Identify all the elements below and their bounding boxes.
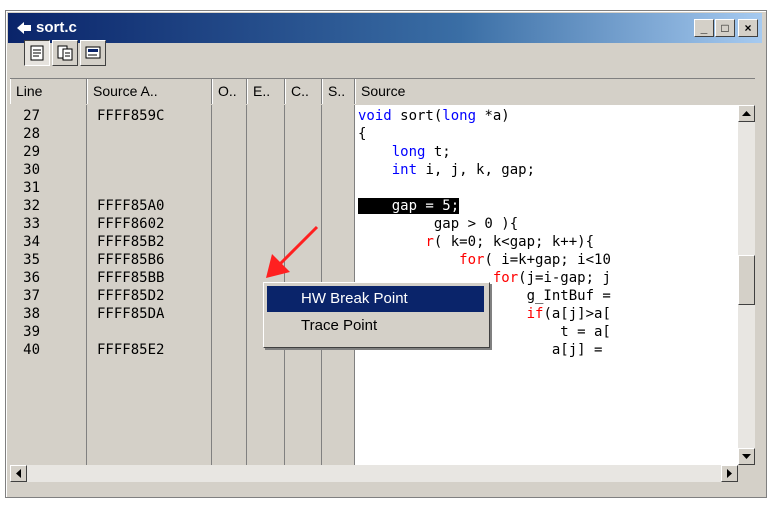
column-o[interactable]: O..: [212, 79, 247, 104]
column-line[interactable]: Line: [10, 79, 87, 104]
source-address: FFFF85B6: [97, 252, 165, 268]
line-number: 27: [23, 108, 40, 124]
source-address: FFFF85D2: [97, 288, 165, 304]
scroll-left-button[interactable]: [10, 465, 27, 482]
line-number: 30: [23, 162, 40, 178]
code-keyword: if: [526, 306, 544, 322]
window-icon: [17, 22, 31, 34]
scroll-down-button[interactable]: [738, 448, 755, 465]
line-number: 32: [23, 198, 40, 214]
code-keyword: r: [425, 234, 434, 250]
code-text: i, j, k, gap;: [417, 162, 536, 178]
column-source-address[interactable]: Source A..: [87, 79, 212, 104]
code-line: for( i=k+gap; i<10: [358, 251, 611, 269]
mixed-view-icon: [57, 45, 73, 61]
line-number: 29: [23, 144, 40, 160]
code-text: sort(: [391, 108, 443, 124]
column-e[interactable]: E..: [247, 79, 285, 104]
code-text: ( i=k+gap; i<10: [484, 252, 611, 268]
source-address: FFFF85BB: [97, 270, 165, 286]
pointer-arrow-icon: [266, 225, 319, 278]
line-number: 34: [23, 234, 40, 250]
code-keyword: int: [391, 162, 418, 178]
source-address: FFFF85B2: [97, 234, 165, 250]
column-source[interactable]: Source: [355, 79, 755, 104]
disassembly-view-icon: [85, 46, 101, 59]
code-line: int i, j, k, gap;: [358, 161, 535, 179]
line-number: 40: [23, 342, 40, 358]
column-header: Line Source A.. O.. E.. C.. S.. Source: [10, 78, 755, 105]
arrow-left-icon: [16, 469, 21, 478]
line-number: 33: [23, 216, 40, 232]
line-number: 38: [23, 306, 40, 322]
line-number: 36: [23, 270, 40, 286]
code-keyword: long: [391, 144, 426, 160]
line-number: 28: [23, 126, 40, 142]
code-keyword: long: [442, 108, 477, 124]
menu-item-hw-break-point[interactable]: HW Break Point: [267, 286, 484, 312]
code-line: gap > 0 ){: [358, 216, 519, 232]
code-keyword: void: [358, 108, 392, 124]
code-line: void sort(long *a): [358, 107, 510, 125]
arrow-down-icon: [742, 454, 751, 459]
horizontal-scrollbar[interactable]: [10, 465, 755, 482]
menu-item-trace-point[interactable]: Trace Point: [267, 313, 484, 339]
code-line-selected: gap = 5;: [358, 197, 460, 215]
code-text: *a): [476, 108, 510, 124]
source-address: FFFF85A0: [97, 198, 165, 214]
code-keyword: for: [492, 270, 519, 286]
column-s[interactable]: S..: [322, 79, 355, 104]
code-line: long t;: [358, 143, 451, 161]
line-number: 39: [23, 324, 40, 340]
scroll-right-button[interactable]: [721, 465, 738, 482]
source-address: FFFF8602: [97, 216, 165, 232]
code-line: {: [358, 126, 367, 142]
source-address: FFFF85E2: [97, 342, 165, 358]
scroll-up-button[interactable]: [738, 105, 755, 122]
arrow-right-icon: [727, 469, 732, 478]
code-line: r( k=0; k<gap; k++){: [358, 233, 594, 251]
code-text: ( k=0; k<gap; k++){: [433, 234, 595, 250]
source-address: FFFF859C: [97, 108, 165, 124]
arrow-up-icon: [742, 111, 751, 116]
toolbar: [2, 34, 756, 72]
code-text: (j=i-gap; j: [518, 270, 611, 286]
context-menu: HW Break Point Trace Point: [263, 282, 490, 348]
mixed-view-button[interactable]: [52, 40, 78, 66]
code-text: t;: [425, 144, 451, 160]
o-column[interactable]: [212, 105, 247, 465]
line-number: 37: [23, 288, 40, 304]
line-number: 31: [23, 180, 40, 196]
line-number: 35: [23, 252, 40, 268]
disassembly-view-button[interactable]: [80, 40, 106, 66]
source-address: FFFF85DA: [97, 306, 165, 322]
vertical-scroll-thumb[interactable]: [738, 255, 755, 305]
code-text: (a[j]>a[: [543, 306, 611, 322]
selected-code: gap = 5;: [358, 198, 460, 214]
column-c[interactable]: C..: [285, 79, 322, 104]
vertical-scrollbar[interactable]: [738, 105, 755, 465]
source-view-button[interactable]: [24, 40, 50, 66]
size-grip[interactable]: [738, 465, 755, 482]
source-view-icon: [30, 45, 44, 61]
code-keyword: for: [459, 252, 485, 268]
